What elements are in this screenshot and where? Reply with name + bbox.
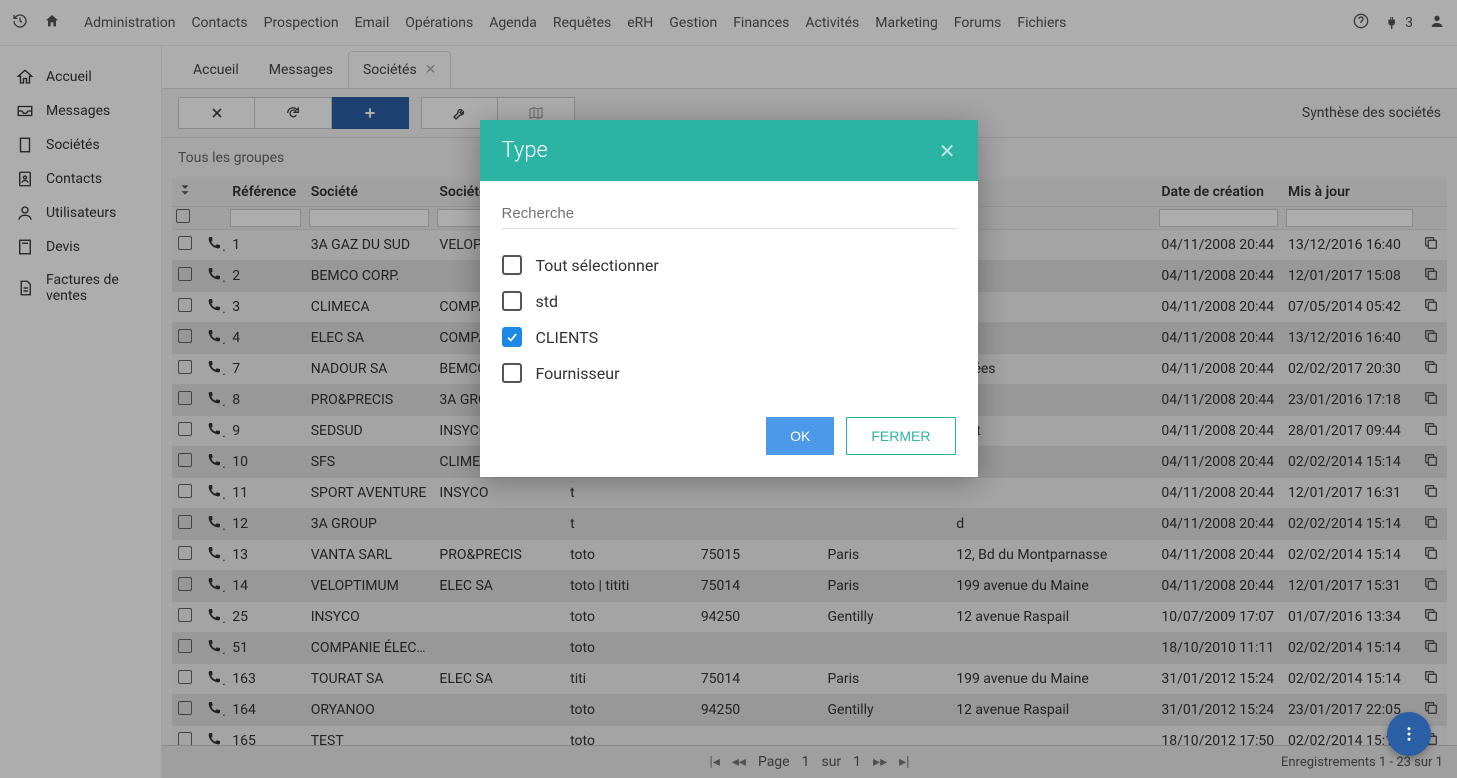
checkbox-icon[interactable]: [502, 327, 522, 347]
type-modal: Type ✕ Tout sélectionner std CLIENTS Fourni…: [480, 120, 978, 477]
checkbox-icon[interactable]: [502, 255, 522, 275]
option-label: Tout sélectionner: [536, 256, 659, 275]
option-std[interactable]: std: [502, 283, 956, 319]
checkbox-icon[interactable]: [502, 291, 522, 311]
option-fournisseur[interactable]: Fournisseur: [502, 355, 956, 391]
option-label: CLIENTS: [536, 328, 599, 347]
option-clients[interactable]: CLIENTS: [502, 319, 956, 355]
modal-footer: OK FERMER: [480, 403, 978, 477]
checkbox-icon[interactable]: [502, 363, 522, 383]
modal-close-icon[interactable]: ✕: [939, 139, 956, 163]
option-label: std: [536, 292, 559, 311]
modal-title: Type: [502, 138, 548, 163]
option-label: Fournisseur: [536, 364, 620, 383]
modal-overlay[interactable]: Type ✕ Tout sélectionner std CLIENTS Fourni…: [0, 0, 1457, 778]
modal-search-input[interactable]: [502, 199, 956, 229]
modal-body: Tout sélectionner std CLIENTS Fournisseur: [480, 181, 978, 403]
ok-button[interactable]: OK: [766, 417, 834, 455]
fermer-button[interactable]: FERMER: [846, 417, 955, 455]
modal-header: Type ✕: [480, 120, 978, 181]
fab-button[interactable]: [1387, 712, 1431, 756]
option-tout-sélectionner[interactable]: Tout sélectionner: [502, 247, 956, 283]
